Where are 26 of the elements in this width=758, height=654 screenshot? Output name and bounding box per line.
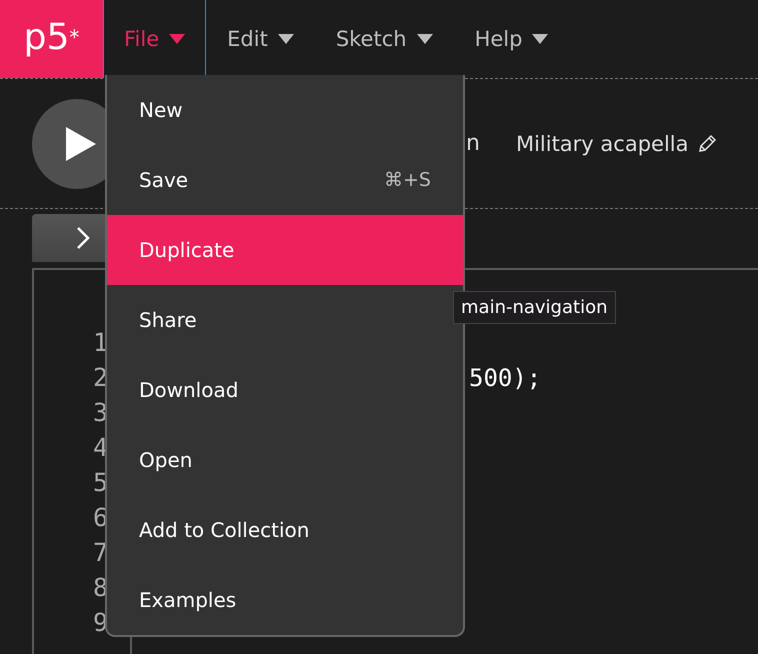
caret-icon [416,34,433,44]
menu-button[interactable]: Sketch [314,0,454,78]
chevron-right-icon [76,226,90,250]
menu-item[interactable]: Duplicate [107,215,463,285]
menu-item[interactable]: Examples [107,565,463,635]
p5-logo[interactable]: p5$^{*}$ [0,0,103,78]
caret-icon [532,34,548,44]
menu-item[interactable]: Save ⌘+S [107,145,463,215]
menu-item[interactable]: Download [107,355,463,425]
menu-button[interactable]: Edit [206,0,315,78]
menu-item[interactable]: New [107,75,463,145]
pencil-icon[interactable] [696,134,716,154]
shortcut-label: ⌘+S [384,169,431,191]
line-number: 4 [92,433,108,462]
caret-icon [169,34,186,44]
code-line: 500); [469,364,542,392]
toolbar-label: n [466,131,480,156]
tooltip: main-navigation [453,291,616,324]
caret-icon [278,34,294,44]
line-number: 1 [92,328,108,357]
menu-item[interactable]: Add to Collection [107,495,463,565]
sketch-name[interactable]: Military acapella [516,132,688,156]
menu-item[interactable]: Open [107,425,463,495]
line-number: 7 [92,538,108,567]
menu-button[interactable]: Help [454,0,570,78]
play-icon [64,126,96,160]
